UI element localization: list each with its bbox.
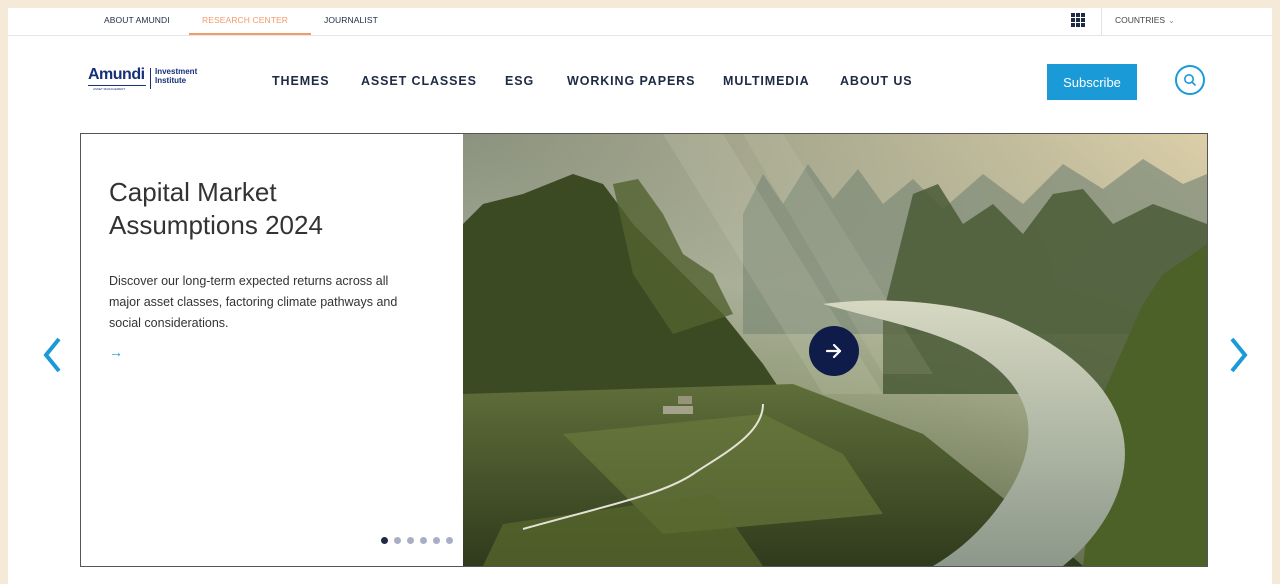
carousel-dot[interactable] bbox=[394, 537, 401, 544]
nav-working-papers[interactable]: WORKING PAPERS bbox=[567, 74, 695, 88]
hero-description: Discover our long-term expected returns … bbox=[109, 274, 398, 330]
arrow-right-icon bbox=[825, 343, 842, 359]
carousel-dot[interactable] bbox=[381, 537, 388, 544]
logo-underline bbox=[88, 85, 146, 86]
countries-dropdown[interactable]: COUNTRIES ⌄ bbox=[1115, 15, 1175, 25]
logo[interactable]: Amundi ASSET MANAGEMENT Investment Insti… bbox=[88, 66, 228, 92]
hero-slide: Capital Market Assumptions 2024 Discover… bbox=[80, 133, 1208, 567]
page: ABOUT AMUNDI RESEARCH CENTER JOURNALIST … bbox=[8, 8, 1272, 584]
logo-tagline: ASSET MANAGEMENT bbox=[93, 87, 126, 91]
utility-bar: ABOUT AMUNDI RESEARCH CENTER JOURNALIST … bbox=[8, 8, 1272, 36]
hero-image bbox=[463, 134, 1207, 566]
nav-about-us[interactable]: ABOUT US bbox=[840, 74, 912, 88]
top-link-about-amundi[interactable]: ABOUT AMUNDI bbox=[104, 15, 170, 25]
carousel-dot[interactable] bbox=[433, 537, 440, 544]
logo-product-line2: Institute bbox=[155, 76, 187, 85]
chevron-down-icon: ⌄ bbox=[1168, 16, 1175, 25]
carousel-dot[interactable] bbox=[420, 537, 427, 544]
chevron-right-icon[interactable] bbox=[1225, 333, 1251, 377]
divider bbox=[1101, 8, 1102, 35]
chevron-left-icon[interactable] bbox=[40, 333, 66, 377]
logo-product-line1: Investment bbox=[155, 67, 198, 76]
subscribe-button[interactable]: Subscribe bbox=[1047, 64, 1137, 100]
carousel-dot[interactable] bbox=[407, 537, 414, 544]
arrow-right-icon[interactable]: → bbox=[109, 344, 123, 360]
search-icon bbox=[1184, 74, 1196, 86]
countries-label: COUNTRIES bbox=[1115, 15, 1166, 25]
top-link-journalist[interactable]: JOURNALIST bbox=[324, 15, 378, 25]
nav-esg[interactable]: ESG bbox=[505, 74, 534, 88]
carousel-dot[interactable] bbox=[446, 537, 453, 544]
nav-asset-classes[interactable]: ASSET CLASSES bbox=[361, 74, 477, 88]
top-link-research-center[interactable]: RESEARCH CENTER bbox=[202, 15, 288, 25]
active-tab-underline bbox=[189, 33, 311, 35]
logo-product: Investment Institute bbox=[155, 67, 225, 85]
logo-separator bbox=[150, 68, 151, 89]
nav-multimedia[interactable]: MULTIMEDIA bbox=[723, 74, 810, 88]
logo-brand: Amundi bbox=[88, 66, 145, 83]
grid-icon[interactable] bbox=[1071, 13, 1085, 27]
carousel-dots bbox=[381, 537, 453, 545]
nav-themes[interactable]: THEMES bbox=[272, 74, 330, 88]
hero-text-panel: Capital Market Assumptions 2024 Discover… bbox=[81, 134, 463, 566]
hero-title: Capital Market Assumptions 2024 bbox=[109, 177, 323, 240]
search-button[interactable] bbox=[1175, 65, 1205, 95]
hero-cta-button[interactable] bbox=[809, 326, 859, 376]
